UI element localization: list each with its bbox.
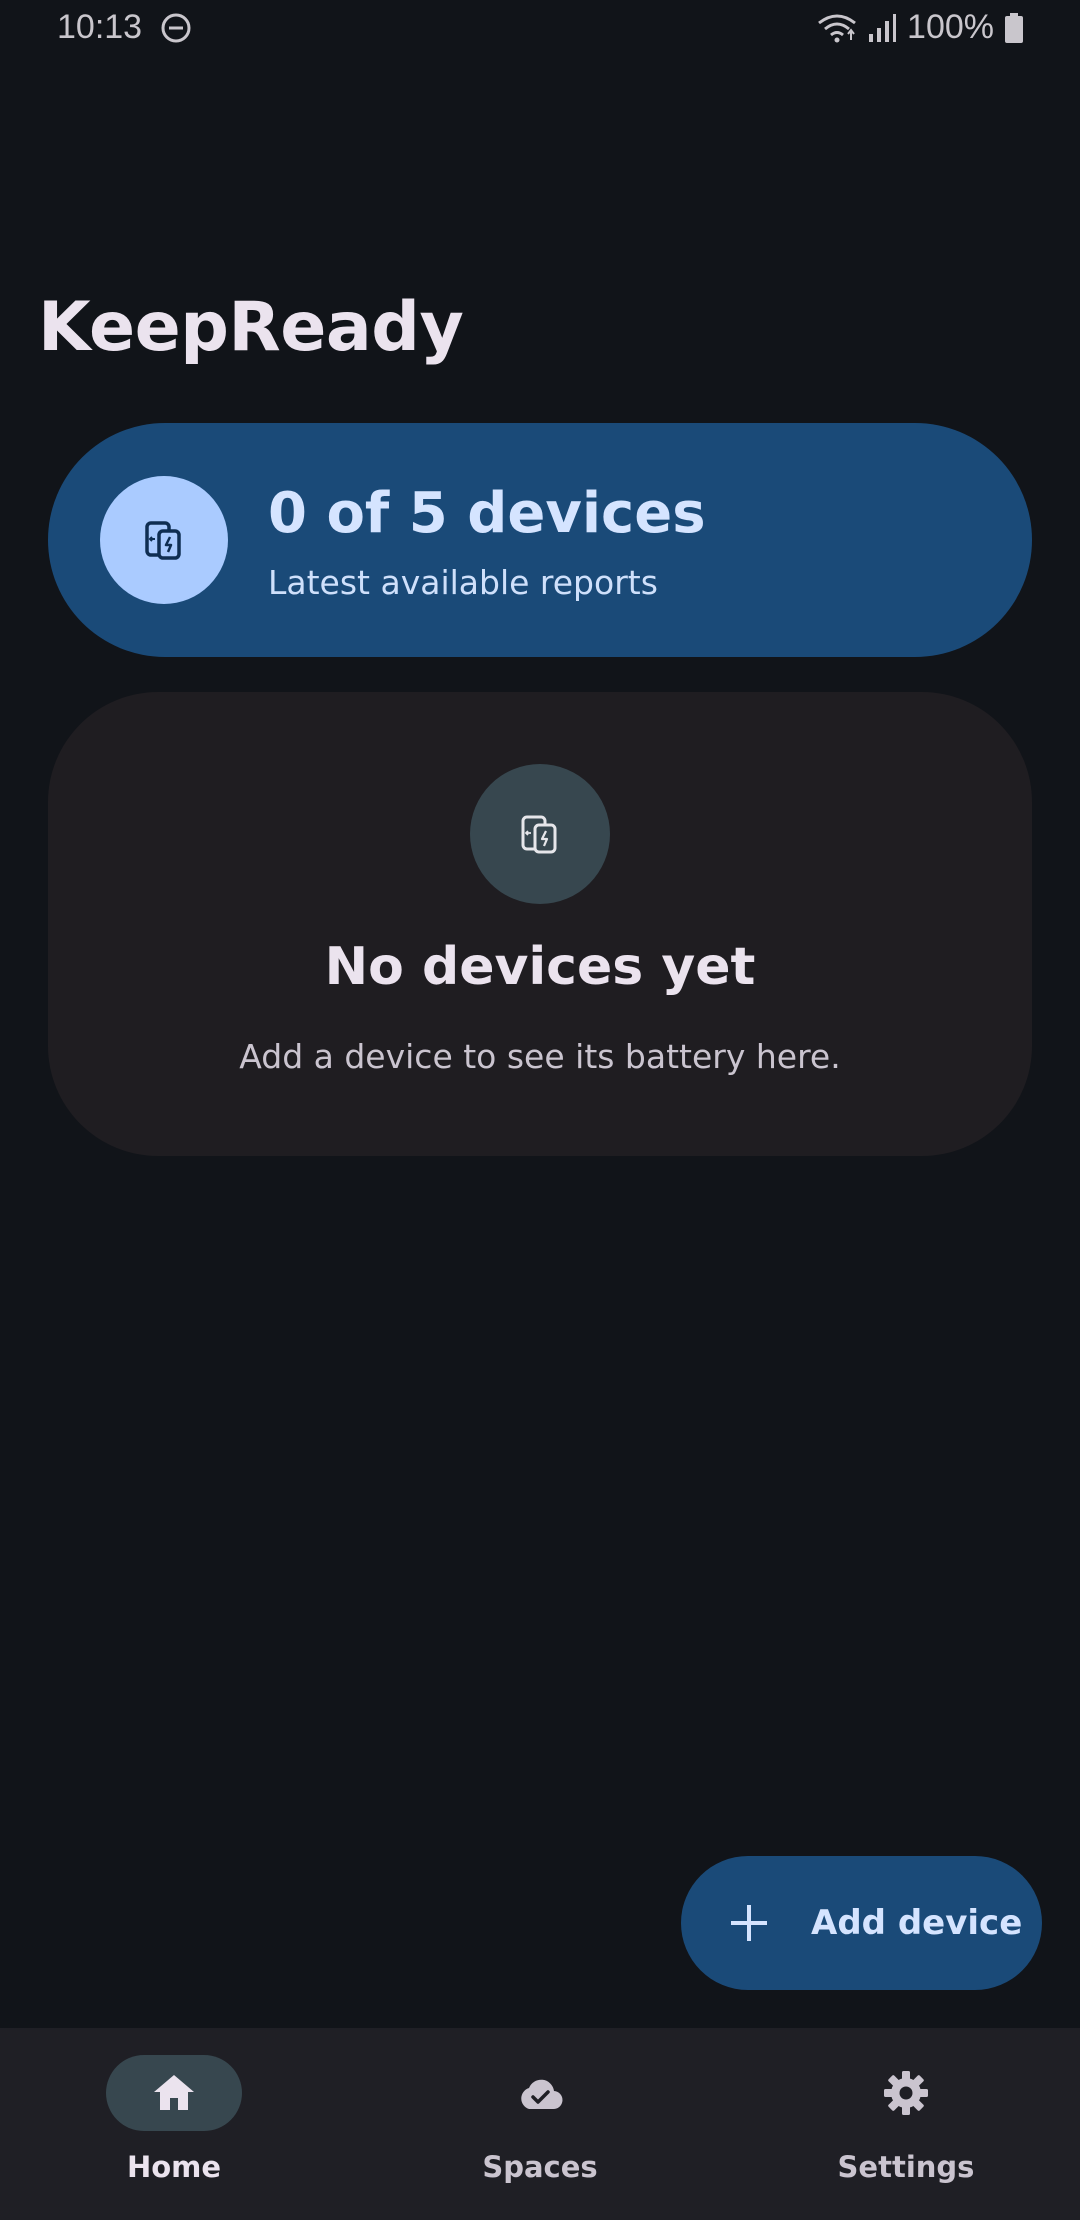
nav-label-settings: Settings bbox=[837, 2150, 975, 2184]
battery-icon bbox=[1005, 12, 1023, 43]
devices-summary-card[interactable]: 0 of 5 devices Latest available reports bbox=[48, 423, 1032, 657]
empty-state-card: No devices yet Add a device to see its b… bbox=[48, 692, 1032, 1156]
do-not-disturb-icon bbox=[161, 13, 191, 43]
home-icon bbox=[154, 2075, 194, 2110]
empty-state-icon-circle bbox=[470, 764, 610, 904]
add-device-label: Add device bbox=[811, 1903, 1023, 1943]
add-device-button[interactable]: Add device bbox=[681, 1856, 1042, 1990]
devices-battery-icon bbox=[145, 521, 181, 560]
empty-state-title: No devices yet bbox=[324, 937, 756, 997]
nav-item-home[interactable]: Home bbox=[0, 2028, 360, 2220]
signal-icon bbox=[869, 13, 897, 42]
app-title: KeepReady bbox=[38, 288, 464, 367]
cloud-check-icon bbox=[521, 2079, 563, 2110]
summary-title: 0 of 5 devices bbox=[268, 481, 706, 546]
nav-label-spaces: Spaces bbox=[482, 2150, 598, 2184]
battery-percent: 100% bbox=[907, 8, 994, 46]
status-bar: 10:13 100% bbox=[0, 0, 1080, 58]
wifi-icon bbox=[818, 14, 856, 42]
summary-icon-circle bbox=[100, 476, 228, 604]
nav-item-spaces[interactable]: Spaces bbox=[366, 2028, 726, 2220]
bottom-navigation: Home Spaces Settings bbox=[0, 2028, 1080, 2220]
nav-label-home: Home bbox=[126, 2150, 222, 2184]
home-screen: 10:13 100% KeepReady 0 of 5 devices Late… bbox=[0, 0, 1080, 2220]
devices-battery-icon bbox=[521, 815, 557, 854]
nav-item-settings[interactable]: Settings bbox=[732, 2028, 1080, 2220]
status-time: 10:13 bbox=[57, 8, 143, 46]
summary-subtitle: Latest available reports bbox=[268, 563, 658, 602]
plus-icon bbox=[731, 1905, 767, 1941]
empty-state-subtitle: Add a device to see its battery here. bbox=[239, 1037, 841, 1076]
status-icons: 100% bbox=[817, 8, 1024, 47]
gear-icon bbox=[884, 2071, 928, 2115]
